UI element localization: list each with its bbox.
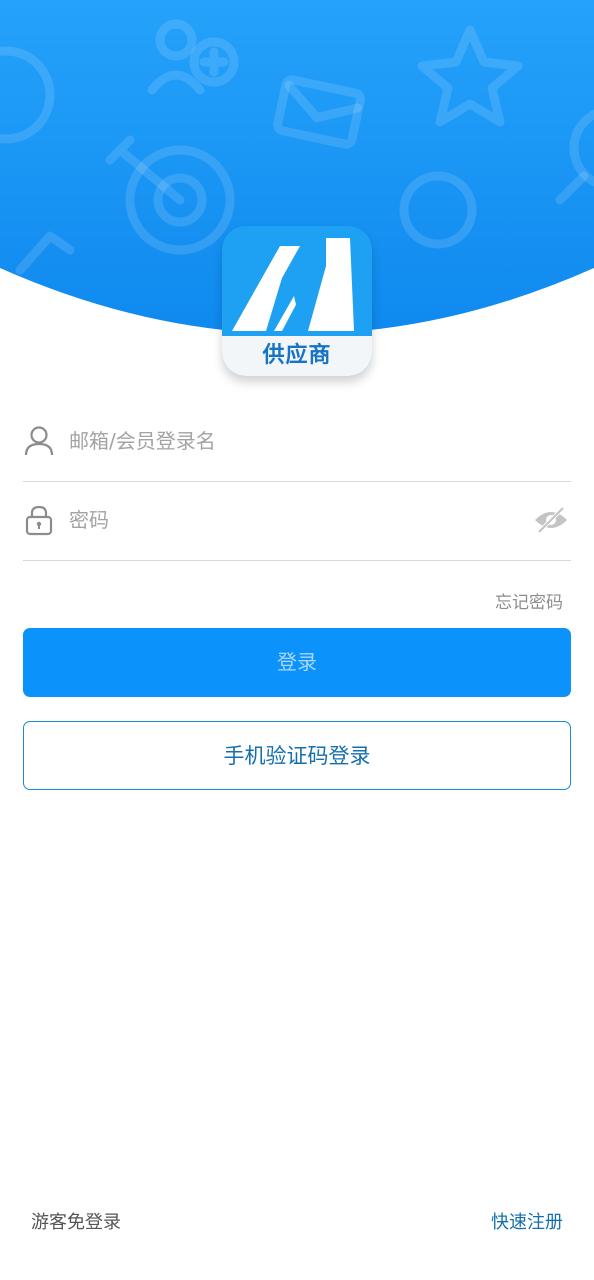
login-button[interactable]: 登录 [23, 628, 571, 697]
user-icon [24, 426, 54, 456]
password-field [23, 480, 571, 561]
quick-register-link[interactable]: 快速注册 [491, 1208, 563, 1234]
login-page: 供应商 忘记密码 登录 手机验证码登录 游客免登录 快速注册 [0, 0, 594, 1280]
forgot-password-link[interactable]: 忘记密码 [495, 588, 563, 613]
password-input[interactable] [69, 500, 509, 540]
eye-off-icon[interactable] [533, 506, 569, 534]
logo-text: 供应商 [222, 336, 372, 376]
lock-icon [25, 505, 53, 536]
guest-login-link[interactable]: 游客免登录 [31, 1208, 121, 1234]
sms-login-button[interactable]: 手机验证码登录 [23, 721, 571, 790]
app-logo: 供应商 [222, 226, 372, 376]
account-input[interactable] [69, 421, 509, 461]
account-field [23, 401, 571, 482]
